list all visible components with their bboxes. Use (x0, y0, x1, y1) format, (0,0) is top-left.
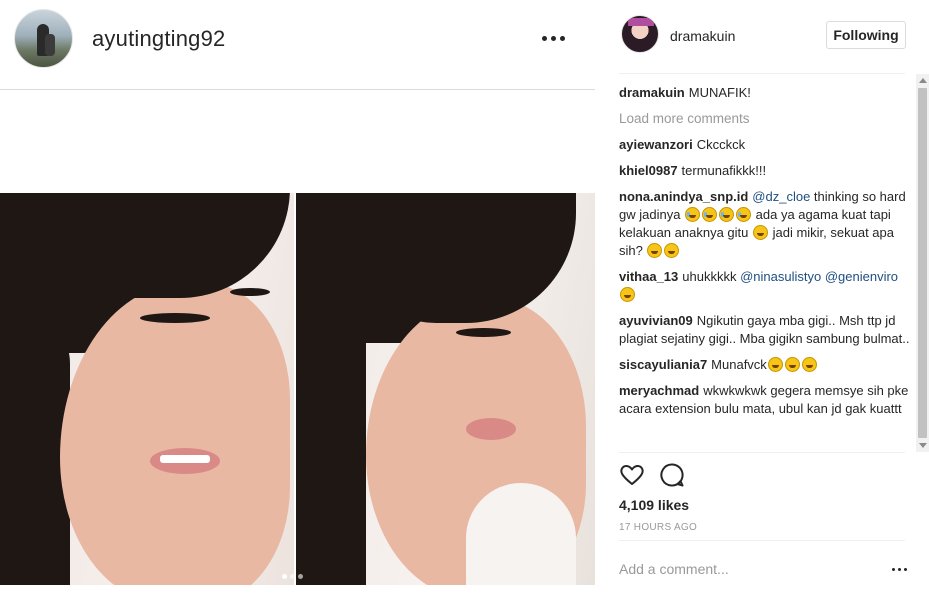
comment-username[interactable]: siscayuliania7 (619, 357, 707, 372)
comment-username[interactable]: ayiewanzori (619, 137, 693, 152)
list-item: vithaa_13 uhukkkkk @ninasulistyo @genienv… (619, 268, 911, 304)
grin-emoji-icon (647, 243, 663, 258)
comment-text: Munafvck (711, 357, 767, 372)
list-item: nona.anindya_snp.id @dz_cloe thinking so … (619, 188, 911, 260)
commenter-avatar[interactable] (621, 15, 659, 53)
caption: dramakuin MUNAFIK! (619, 84, 911, 102)
comment-text: termunafikkk!!! (681, 163, 767, 178)
comment-username[interactable]: vithaa_13 (619, 269, 678, 284)
owner-avatar[interactable] (14, 9, 73, 68)
post-header: ayutingting92 (0, 0, 595, 90)
comment-text: uhukkkkk (682, 269, 737, 284)
grin-emoji-icon (664, 243, 680, 258)
likes-count[interactable]: 4,109 likes (619, 497, 689, 513)
comments-list: dramakuin MUNAFIK! Load more comments ayi… (619, 84, 911, 450)
owner-username[interactable]: ayutingting92 (92, 26, 225, 52)
post-actions (619, 462, 719, 490)
smile-emoji-icon (620, 287, 635, 302)
mention-link[interactable]: @dz_cloe (752, 189, 810, 204)
smile-emoji-icon (767, 357, 783, 372)
list-item: siscayuliania7 Munafvck (619, 356, 911, 374)
comment-bubble-icon[interactable] (659, 462, 685, 488)
smile-emoji-icon (784, 357, 800, 372)
carousel-indicator[interactable] (282, 574, 312, 580)
tears-of-joy-emoji-icon (685, 207, 701, 222)
commenter-header: dramakuin Following (595, 0, 929, 74)
more-options-icon[interactable] (892, 568, 908, 572)
add-comment-input[interactable] (619, 559, 869, 579)
list-item: meryachmad wkwkwkwk gegera memsye sih pke… (619, 382, 911, 418)
scroll-up-icon[interactable] (919, 78, 927, 83)
list-item: ayiewanzori Ckcckck (619, 136, 911, 154)
mention-link[interactable]: @ninasulistyo (740, 269, 821, 284)
following-button[interactable]: Following (826, 21, 906, 49)
photo-panel-right (296, 193, 595, 585)
smile-emoji-icon (801, 357, 817, 372)
comment-username[interactable]: khiel0987 (619, 163, 678, 178)
comment-username[interactable]: nona.anindya_snp.id (619, 189, 748, 204)
tears-of-joy-emoji-icon (719, 207, 735, 222)
grin-emoji-icon (752, 225, 768, 240)
comment-username[interactable]: dramakuin (619, 85, 685, 100)
tears-of-joy-emoji-icon (736, 207, 752, 222)
heart-icon[interactable] (619, 462, 645, 488)
scroll-down-icon[interactable] (919, 443, 927, 448)
load-more-comments[interactable]: Load more comments (619, 110, 911, 128)
post-photo[interactable] (0, 193, 595, 585)
tears-of-joy-emoji-icon (702, 207, 718, 222)
scrollbar-thumb[interactable] (918, 88, 927, 438)
comment-text: Ckcckck (696, 137, 746, 152)
comments-column: dramakuin Following dramakuin MUNAFIK! Lo… (595, 0, 929, 594)
commenter-username[interactable]: dramakuin (670, 28, 735, 44)
comment-username[interactable]: meryachmad (619, 383, 699, 398)
more-options-icon[interactable] (540, 34, 570, 44)
post-timestamp[interactable]: 17 HOURS AGO (619, 522, 697, 533)
comments-scrollbar[interactable] (916, 74, 929, 452)
comment-text: MUNAFIK! (688, 85, 751, 100)
comment-username[interactable]: ayuvivian09 (619, 313, 693, 328)
mention-link[interactable]: @genienviro (825, 269, 898, 284)
list-item: khiel0987 termunafikkk!!! (619, 162, 911, 180)
list-item: ayuvivian09 Ngikutin gaya mba gigi.. Msh … (619, 312, 911, 348)
photo-panel-left (0, 193, 294, 585)
